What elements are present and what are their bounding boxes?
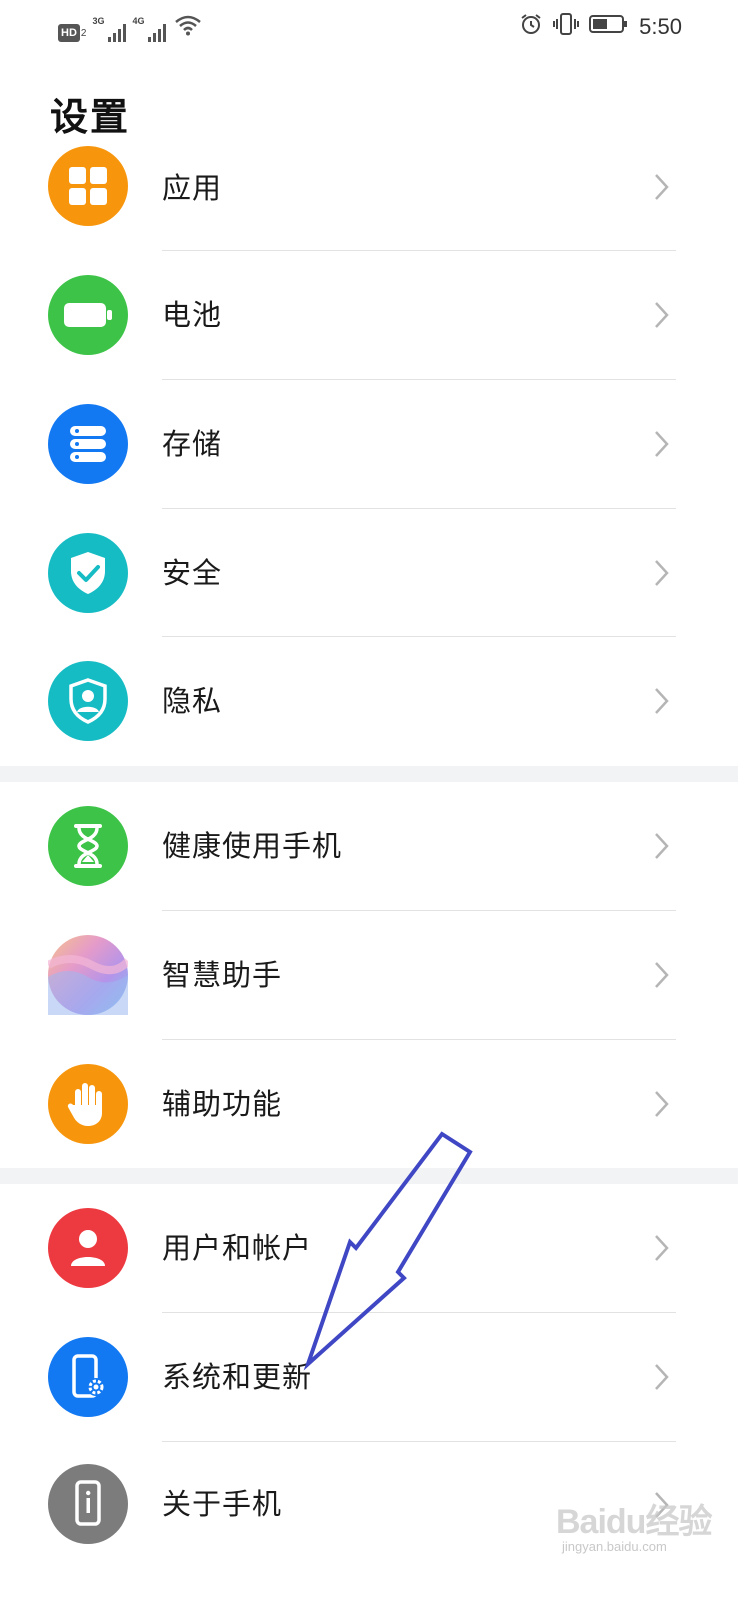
settings-item-label: 健康使用手机 (162, 829, 343, 863)
settings-item-battery[interactable]: 电池 (0, 251, 738, 379)
chevron-right-icon (655, 688, 669, 714)
settings-item-label: 关于手机 (162, 1487, 283, 1521)
settings-item-apps[interactable]: 应用 (0, 124, 738, 252)
settings-item-label: 安全 (162, 556, 223, 590)
chevron-right-icon (655, 962, 669, 988)
user-icon (48, 1208, 128, 1288)
chevron-right-icon (655, 174, 669, 200)
settings-item-smart-assistant[interactable]: 智慧助手 (0, 911, 738, 1039)
section-separator (0, 766, 738, 782)
apps-icon (48, 146, 128, 226)
status-bar: HD 2 3G 4G 5:50 (0, 0, 738, 56)
chevron-right-icon (655, 1364, 669, 1390)
chevron-right-icon (655, 1091, 669, 1117)
chevron-right-icon (655, 833, 669, 859)
settings-item-label: 系统和更新 (162, 1360, 313, 1394)
hd-sub: 2 (80, 28, 87, 39)
status-bar-right: 5:50 (519, 12, 682, 42)
signal-4g-icon: 4G (132, 16, 167, 42)
settings-item-label: 应用 (162, 171, 223, 205)
storage-icon (48, 404, 128, 484)
settings-item-accessibility[interactable]: 辅助功能 (0, 1040, 738, 1168)
chevron-right-icon (655, 1235, 669, 1261)
chevron-right-icon (655, 302, 669, 328)
status-time: 5:50 (639, 14, 682, 39)
hd-icon: HD 2 (58, 16, 86, 42)
network-4g-label: 4G (132, 16, 145, 26)
watermark-logo: Baidu经验 (556, 1503, 712, 1541)
settings-item-label: 智慧助手 (162, 958, 283, 992)
settings-item-digital-balance[interactable]: 健康使用手机 (0, 782, 738, 910)
shield-check-icon (48, 533, 128, 613)
settings-item-label: 隐私 (162, 684, 223, 718)
settings-item-security[interactable]: 安全 (0, 509, 738, 637)
system-update-icon (48, 1337, 128, 1417)
wifi-icon (174, 14, 204, 42)
settings-item-label: 用户和帐户 (162, 1231, 313, 1265)
hand-icon (48, 1064, 128, 1144)
settings-item-label: 辅助功能 (162, 1087, 283, 1121)
settings-item-privacy[interactable]: 隐私 (0, 637, 738, 765)
settings-item-users-accounts[interactable]: 用户和帐户 (0, 1184, 738, 1312)
about-phone-icon (48, 1464, 128, 1544)
alarm-icon (519, 12, 543, 42)
chevron-right-icon (655, 560, 669, 586)
battery-icon (589, 14, 629, 40)
watermark: Baidu经验 jingyan.baidu.com (556, 1494, 712, 1554)
privacy-icon (48, 661, 128, 741)
vibrate-icon (553, 12, 580, 42)
hd-badge: HD (58, 24, 80, 42)
settings-item-storage[interactable]: 存储 (0, 380, 738, 508)
network-3g-label: 3G (92, 16, 105, 26)
status-bar-left: HD 2 3G 4G (58, 14, 204, 42)
settings-item-label: 存储 (162, 427, 223, 461)
signal-3g-icon: 3G (92, 16, 127, 42)
battery-icon (48, 275, 128, 355)
settings-item-label: 电池 (162, 298, 223, 332)
settings-item-system-update[interactable]: 系统和更新 (0, 1313, 738, 1441)
section-separator (0, 1168, 738, 1184)
assistant-icon (48, 935, 128, 1015)
hourglass-icon (48, 806, 128, 886)
chevron-right-icon (655, 431, 669, 457)
